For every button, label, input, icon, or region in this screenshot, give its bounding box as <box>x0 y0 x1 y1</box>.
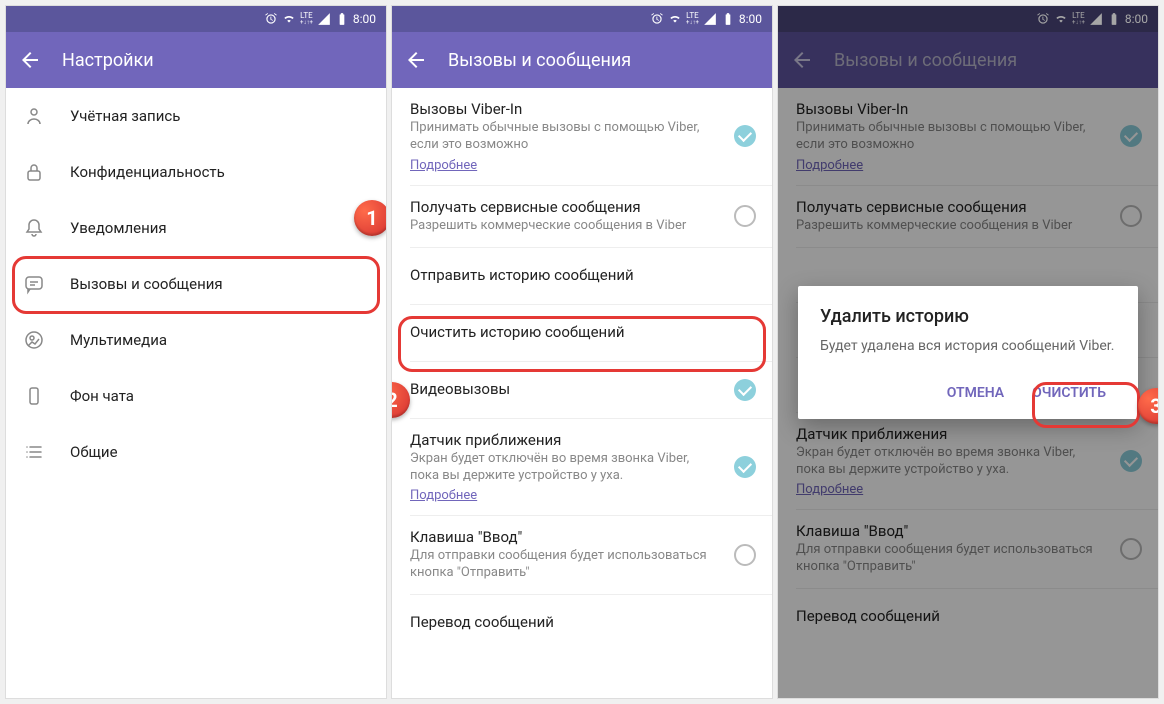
row-sub: Принимать обычные вызовы с помощью Viber… <box>410 120 754 154</box>
row-clear-history[interactable]: Очистить историю сообщений <box>392 305 772 361</box>
status-time: 8:00 <box>739 12 762 26</box>
row-title: Клавиша "Ввод" <box>410 528 754 546</box>
bell-icon <box>22 216 46 240</box>
lte-indicator: LTE+↓↑+ <box>686 12 699 26</box>
row-enter-key[interactable]: Клавиша "Ввод" Для отправки сообщения бу… <box>392 516 772 594</box>
item-label: Вызовы и сообщения <box>70 275 223 293</box>
status-bar: LTE+↓↑+ 8:00 <box>392 6 772 32</box>
toggle-service[interactable] <box>734 205 756 227</box>
link-more[interactable]: Подробнее <box>410 158 477 173</box>
chat-icon <box>22 272 46 296</box>
page-title: Вызовы и сообщения <box>448 50 631 71</box>
status-time: 8:00 <box>353 12 376 26</box>
link-more[interactable]: Подробнее <box>410 488 477 503</box>
calls-list: Вызовы Viber-In Принимать обычные вызовы… <box>392 88 772 698</box>
settings-list: Учётная запись Конфиденциальность Уведом… <box>6 88 386 698</box>
row-sub: Для отправки сообщения будет использоват… <box>410 548 754 582</box>
app-bar: Настройки <box>6 32 386 88</box>
confirm-button[interactable]: ОЧИСТИТЬ <box>1022 377 1116 409</box>
dialog-title: Удалить историю <box>820 306 1116 327</box>
back-icon[interactable] <box>404 48 428 72</box>
toggle-proximity[interactable] <box>734 456 756 478</box>
step-badge-1: 1 <box>354 200 386 236</box>
cancel-button[interactable]: ОТМЕНА <box>937 377 1014 409</box>
row-video-calls[interactable]: Видеовызовы <box>392 362 772 418</box>
list-icon <box>22 440 46 464</box>
alarm-icon <box>264 12 278 26</box>
item-label: Конфиденциальность <box>70 163 225 181</box>
screen-settings: LTE+↓↑+ 8:00 Настройки Учётная запись Ко… <box>6 6 386 698</box>
battery-icon <box>721 12 735 26</box>
app-bar: Вызовы и сообщения <box>392 32 772 88</box>
signal-icon <box>317 12 331 26</box>
user-icon <box>22 104 46 128</box>
lock-icon <box>22 160 46 184</box>
row-title: Видеовызовы <box>410 380 754 398</box>
settings-item-privacy[interactable]: Конфиденциальность <box>6 144 386 200</box>
wifi-icon <box>668 12 682 26</box>
toggle-enter[interactable] <box>734 544 756 566</box>
row-send-history[interactable]: Отправить историю сообщений <box>392 248 772 304</box>
battery-icon <box>335 12 349 26</box>
item-label: Фон чата <box>70 387 134 405</box>
settings-item-media[interactable]: Мультимедиа <box>6 312 386 368</box>
row-title: Перевод сообщений <box>410 613 754 631</box>
item-label: Уведомления <box>70 219 167 237</box>
settings-item-background[interactable]: Фон чата <box>6 368 386 424</box>
row-translate[interactable]: Перевод сообщений <box>392 595 772 651</box>
signal-icon <box>703 12 717 26</box>
row-title: Датчик приближения <box>410 431 754 449</box>
item-label: Общие <box>70 443 118 461</box>
phone-rect-icon <box>22 384 46 408</box>
dialog-buttons: ОТМЕНА ОЧИСТИТЬ <box>820 377 1116 409</box>
lte-indicator: LTE+↓↑+ <box>300 12 313 26</box>
screen-calls-messages: LTE+↓↑+ 8:00 Вызовы и сообщения Вызовы V… <box>392 6 772 698</box>
settings-item-calls-messages[interactable]: Вызовы и сообщения <box>6 256 386 312</box>
row-service-messages[interactable]: Получать сервисные сообщения Разрешить к… <box>392 186 772 247</box>
delete-history-dialog: Удалить историю Будет удалена вся истори… <box>798 286 1138 419</box>
screen-dialog: LTE+↓↑+ 8:00 Вызовы и сообщения Вызовы V… <box>778 6 1158 698</box>
media-icon <box>22 328 46 352</box>
row-title: Вызовы Viber-In <box>410 100 754 118</box>
row-title: Очистить историю сообщений <box>410 323 754 341</box>
back-icon[interactable] <box>18 48 42 72</box>
row-sub: Разрешить коммерческие сообщения в Viber <box>410 218 754 235</box>
item-label: Мультимедиа <box>70 331 167 349</box>
toggle-video[interactable] <box>734 379 756 401</box>
settings-item-account[interactable]: Учётная запись <box>6 88 386 144</box>
row-title: Получать сервисные сообщения <box>410 198 754 216</box>
item-label: Учётная запись <box>70 107 180 125</box>
row-title: Отправить историю сообщений <box>410 266 754 284</box>
row-viber-in[interactable]: Вызовы Viber-In Принимать обычные вызовы… <box>392 88 772 185</box>
settings-item-general[interactable]: Общие <box>6 424 386 480</box>
settings-item-notifications[interactable]: Уведомления <box>6 200 386 256</box>
dialog-text: Будет удалена вся история сообщений Vibe… <box>820 337 1116 357</box>
toggle-viber-in[interactable] <box>734 125 756 147</box>
status-bar: LTE+↓↑+ 8:00 <box>6 6 386 32</box>
page-title: Настройки <box>62 50 154 71</box>
row-proximity[interactable]: Датчик приближения Экран будет отключён … <box>392 419 772 516</box>
wifi-icon <box>282 12 296 26</box>
row-sub: Экран будет отключён во время звонка Vib… <box>410 451 754 485</box>
alarm-icon <box>650 12 664 26</box>
